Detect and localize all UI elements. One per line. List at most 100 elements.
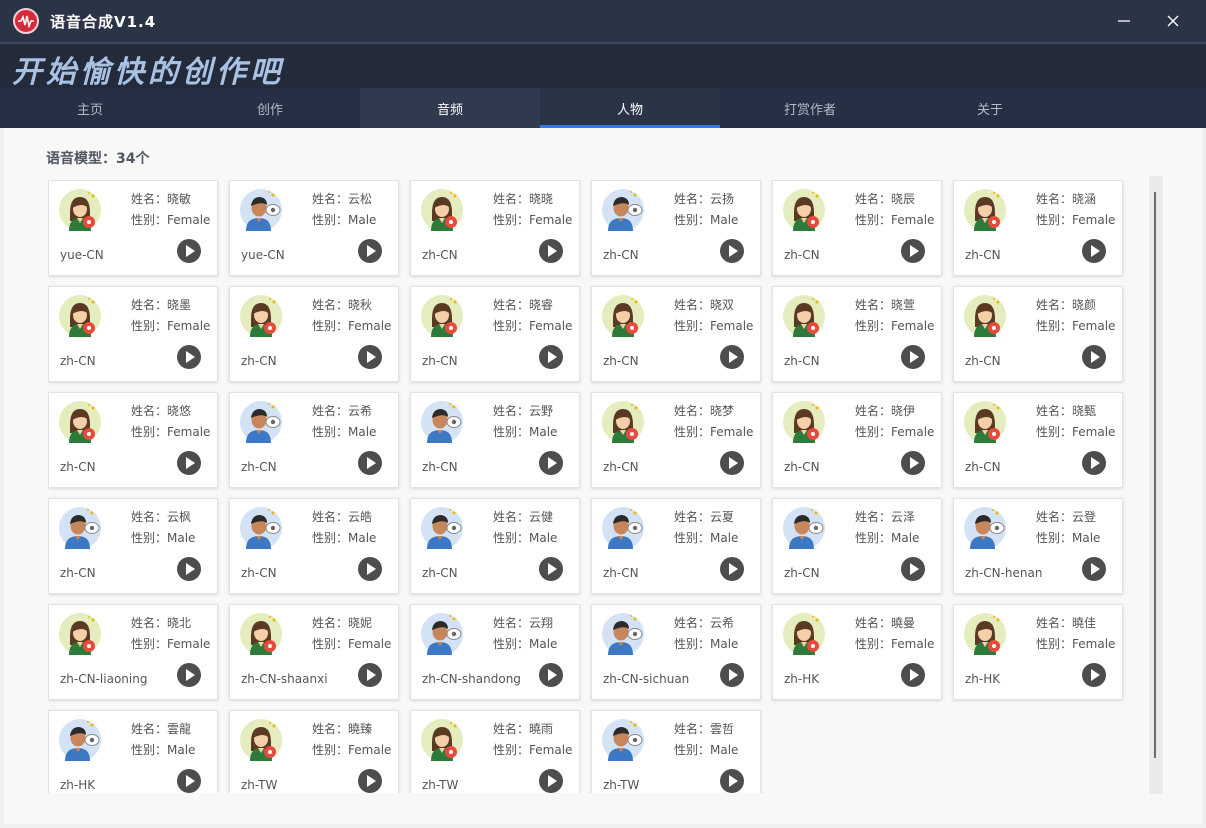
voice-card[interactable]: 姓名：晓墨 性别：Female zh-CN — [48, 286, 218, 382]
voice-card[interactable]: 姓名：晓伊 性别：Female zh-CN — [772, 392, 942, 488]
play-button[interactable] — [720, 345, 744, 369]
voice-card[interactable]: 姓名：云希 性别：Male zh-CN-sichuan — [591, 604, 761, 700]
tab-home[interactable]: 主页 — [0, 88, 180, 128]
voice-card[interactable]: 姓名：曉雨 性别：Female zh-TW — [410, 710, 580, 793]
play-button[interactable] — [1082, 239, 1106, 263]
voice-card[interactable]: 姓名：晓北 性别：Female zh-CN-liaoning — [48, 604, 218, 700]
voice-gender: 性别：Male — [312, 531, 377, 545]
voice-name: 姓名：晓北 — [131, 616, 192, 630]
play-button[interactable] — [720, 769, 744, 793]
play-button[interactable] — [177, 663, 201, 687]
play-button[interactable] — [177, 557, 201, 581]
play-button[interactable] — [901, 239, 925, 263]
voice-gender: 性别：Male — [131, 531, 196, 545]
voice-card[interactable]: 姓名：云夏 性别：Male zh-CN — [591, 498, 761, 594]
play-button[interactable] — [358, 769, 382, 793]
tab-donate[interactable]: 打赏作者 — [720, 88, 900, 128]
tab-audio[interactable]: 音频 — [360, 88, 540, 128]
play-button[interactable] — [358, 663, 382, 687]
play-button[interactable] — [1082, 557, 1106, 581]
play-button[interactable] — [1082, 345, 1106, 369]
play-button[interactable] — [901, 557, 925, 581]
voice-card[interactable]: 姓名：云野 性别：Male zh-CN — [410, 392, 580, 488]
tab-people[interactable]: 人物 — [540, 88, 720, 128]
voice-card[interactable]: 姓名：云登 性别：Male zh-CN-henan — [953, 498, 1123, 594]
minimize-button[interactable] — [1113, 10, 1135, 32]
voice-card[interactable]: 姓名：晓萱 性别：Female zh-CN — [772, 286, 942, 382]
tab-about[interactable]: 关于 — [900, 88, 1080, 128]
scrollbar[interactable] — [1149, 176, 1163, 794]
voice-card[interactable]: 姓名：晓梦 性别：Female zh-CN — [591, 392, 761, 488]
male-avatar-icon — [602, 613, 644, 655]
voice-locale: zh-HK — [965, 672, 1001, 686]
voice-card[interactable]: 姓名：晓涵 性别：Female zh-CN — [953, 180, 1123, 276]
voice-card[interactable]: 姓名：晓辰 性别：Female zh-CN — [772, 180, 942, 276]
female-avatar-icon — [783, 189, 825, 231]
play-button[interactable] — [539, 451, 563, 475]
play-button[interactable] — [720, 451, 744, 475]
play-button[interactable] — [539, 663, 563, 687]
play-button[interactable] — [358, 239, 382, 263]
voice-locale: zh-CN — [422, 460, 458, 474]
voice-card[interactable]: 姓名：云枫 性别：Male zh-CN — [48, 498, 218, 594]
male-avatar-icon — [783, 507, 825, 549]
voice-card[interactable]: 姓名：晓秋 性别：Female zh-CN — [229, 286, 399, 382]
voice-name: 姓名：云扬 — [674, 192, 735, 206]
play-button[interactable] — [177, 239, 201, 263]
play-button[interactable] — [177, 345, 201, 369]
voice-name: 姓名：晓辰 — [855, 192, 916, 206]
play-button[interactable] — [177, 769, 201, 793]
voice-gender: 性别：Female — [1036, 213, 1116, 227]
voice-locale: zh-CN — [603, 354, 639, 368]
voice-card[interactable]: 姓名：云翔 性别：Male zh-CN-shandong — [410, 604, 580, 700]
scrollbar-thumb[interactable] — [1154, 192, 1156, 758]
voice-card[interactable]: 姓名：曉曼 性别：Female zh-HK — [772, 604, 942, 700]
voice-name: 姓名：晓涵 — [1036, 192, 1097, 206]
voice-card[interactable]: 姓名：晓晓 性别：Female zh-CN — [410, 180, 580, 276]
play-button[interactable] — [358, 451, 382, 475]
voice-card[interactable]: 姓名：云健 性别：Male zh-CN — [410, 498, 580, 594]
play-button[interactable] — [1082, 451, 1106, 475]
play-button[interactable] — [720, 239, 744, 263]
play-button[interactable] — [1082, 663, 1106, 687]
voice-card[interactable]: 姓名：云希 性别：Male zh-CN — [229, 392, 399, 488]
voice-card[interactable]: 姓名：云皓 性别：Male zh-CN — [229, 498, 399, 594]
voice-locale: zh-CN — [784, 248, 820, 262]
play-button[interactable] — [539, 769, 563, 793]
voice-card[interactable]: 姓名：雲哲 性别：Male zh-TW — [591, 710, 761, 793]
voice-card[interactable]: 姓名：曉臻 性别：Female zh-TW — [229, 710, 399, 793]
close-button[interactable] — [1162, 10, 1184, 32]
close-icon — [1167, 15, 1179, 27]
voice-card[interactable]: 姓名：云扬 性别：Male zh-CN — [591, 180, 761, 276]
voice-card[interactable]: 姓名：晓颜 性别：Female zh-CN — [953, 286, 1123, 382]
voice-card[interactable]: 姓名：曉佳 性别：Female zh-HK — [953, 604, 1123, 700]
voice-card[interactable]: 姓名：晓敏 性别：Female yue-CN — [48, 180, 218, 276]
play-button[interactable] — [177, 451, 201, 475]
voice-card[interactable]: 姓名：云泽 性别：Male zh-CN — [772, 498, 942, 594]
voice-gender: 性别：Male — [493, 531, 558, 545]
voice-card[interactable]: 姓名：晓悠 性别：Female zh-CN — [48, 392, 218, 488]
play-button[interactable] — [901, 451, 925, 475]
play-button[interactable] — [720, 663, 744, 687]
play-button[interactable] — [901, 345, 925, 369]
female-avatar-icon — [59, 189, 101, 231]
voice-card[interactable]: 姓名：晓双 性别：Female zh-CN — [591, 286, 761, 382]
tab-create[interactable]: 创作 — [180, 88, 360, 128]
voice-locale: zh-CN — [422, 354, 458, 368]
play-button[interactable] — [539, 557, 563, 581]
voice-name: 姓名：云夏 — [674, 510, 735, 524]
voice-card[interactable]: 姓名：晓睿 性别：Female zh-CN — [410, 286, 580, 382]
voice-card[interactable]: 姓名：晓妮 性别：Female zh-CN-shaanxi — [229, 604, 399, 700]
play-button[interactable] — [901, 663, 925, 687]
voice-gender: 性别：Male — [674, 743, 739, 757]
play-button[interactable] — [358, 557, 382, 581]
voice-locale: zh-CN — [241, 460, 277, 474]
voice-locale: zh-CN — [603, 248, 639, 262]
play-button[interactable] — [358, 345, 382, 369]
voice-card[interactable]: 姓名：云松 性别：Male yue-CN — [229, 180, 399, 276]
play-button[interactable] — [720, 557, 744, 581]
play-button[interactable] — [539, 239, 563, 263]
play-button[interactable] — [539, 345, 563, 369]
voice-card[interactable]: 姓名：晓甄 性别：Female zh-CN — [953, 392, 1123, 488]
voice-card[interactable]: 姓名：雲龍 性别：Male zh-HK — [48, 710, 218, 793]
